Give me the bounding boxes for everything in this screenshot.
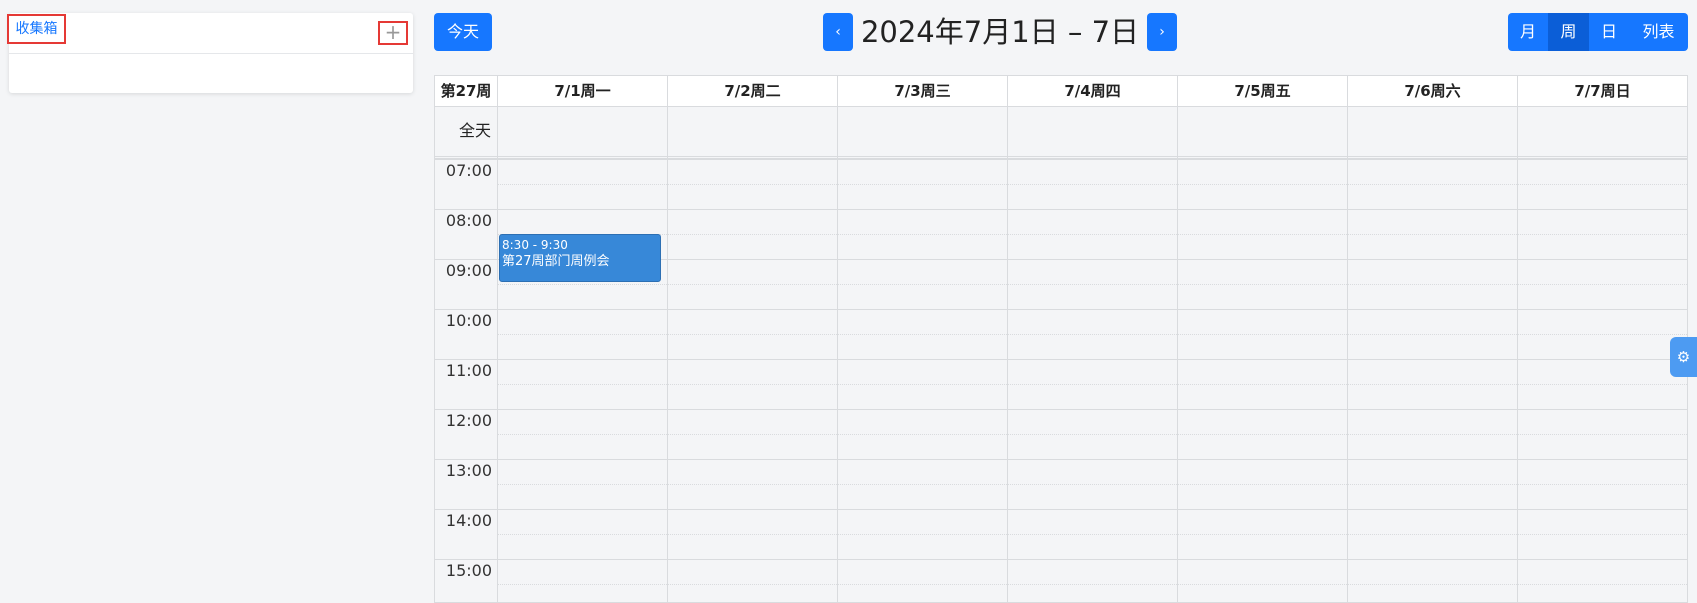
- view-month-button[interactable]: 月: [1508, 13, 1548, 51]
- day-header[interactable]: 7/6周六: [1347, 76, 1517, 106]
- day-header[interactable]: 7/5周五: [1177, 76, 1347, 106]
- time-label: 13:00: [445, 461, 492, 480]
- next-week-button[interactable]: ›: [1147, 13, 1177, 51]
- time-label: 08:00: [445, 211, 492, 230]
- prev-week-button[interactable]: ‹: [823, 13, 853, 51]
- time-label: 10:00: [445, 311, 492, 330]
- day-header[interactable]: 7/4周四: [1007, 76, 1177, 106]
- week-number: 第27周: [440, 82, 492, 100]
- event-title: 第27周部门周例会: [502, 254, 610, 269]
- today-button[interactable]: 今天: [434, 13, 492, 51]
- calendar-event[interactable]: 8:30 - 9:30 第27周部门周例会: [499, 234, 661, 282]
- date-range-title: 2024年7月1日 – 7日: [860, 15, 1140, 49]
- view-day-button[interactable]: 日: [1589, 13, 1629, 51]
- time-label: 11:00: [445, 361, 492, 380]
- view-week-button[interactable]: 周: [1548, 13, 1589, 51]
- week-calendar: 第27周 7/1周一 7/2周二 7/3周三 7/4周四 7/5周五 7/6周六…: [434, 75, 1688, 603]
- inbox-header: 收集箱 +: [7, 13, 413, 54]
- day-header[interactable]: 7/3周三: [837, 76, 1007, 106]
- time-label: 14:00: [445, 511, 492, 530]
- time-label: 15:00: [445, 561, 492, 580]
- view-switcher: 月 周 日 列表: [1508, 13, 1688, 51]
- plus-icon[interactable]: +: [378, 21, 408, 45]
- day-header[interactable]: 7/7周日: [1517, 76, 1687, 106]
- gear-icon[interactable]: ⚙: [1670, 337, 1697, 377]
- inbox-panel: 收集箱 +: [7, 13, 413, 93]
- all-day-row[interactable]: 全天: [435, 106, 1687, 159]
- event-time: 8:30 - 9:30: [502, 238, 568, 252]
- calendar-header-row: 第27周 7/1周一 7/2周二 7/3周三 7/4周四 7/5周五 7/6周六…: [435, 76, 1687, 107]
- time-label: 09:00: [445, 261, 492, 280]
- time-label: 12:00: [445, 411, 492, 430]
- day-header[interactable]: 7/2周二: [667, 76, 837, 106]
- view-list-button[interactable]: 列表: [1629, 13, 1688, 51]
- time-label: 07:00: [445, 161, 492, 180]
- inbox-tab[interactable]: 收集箱: [7, 14, 66, 44]
- all-day-label: 全天: [458, 121, 491, 140]
- day-header[interactable]: 7/1周一: [497, 76, 667, 106]
